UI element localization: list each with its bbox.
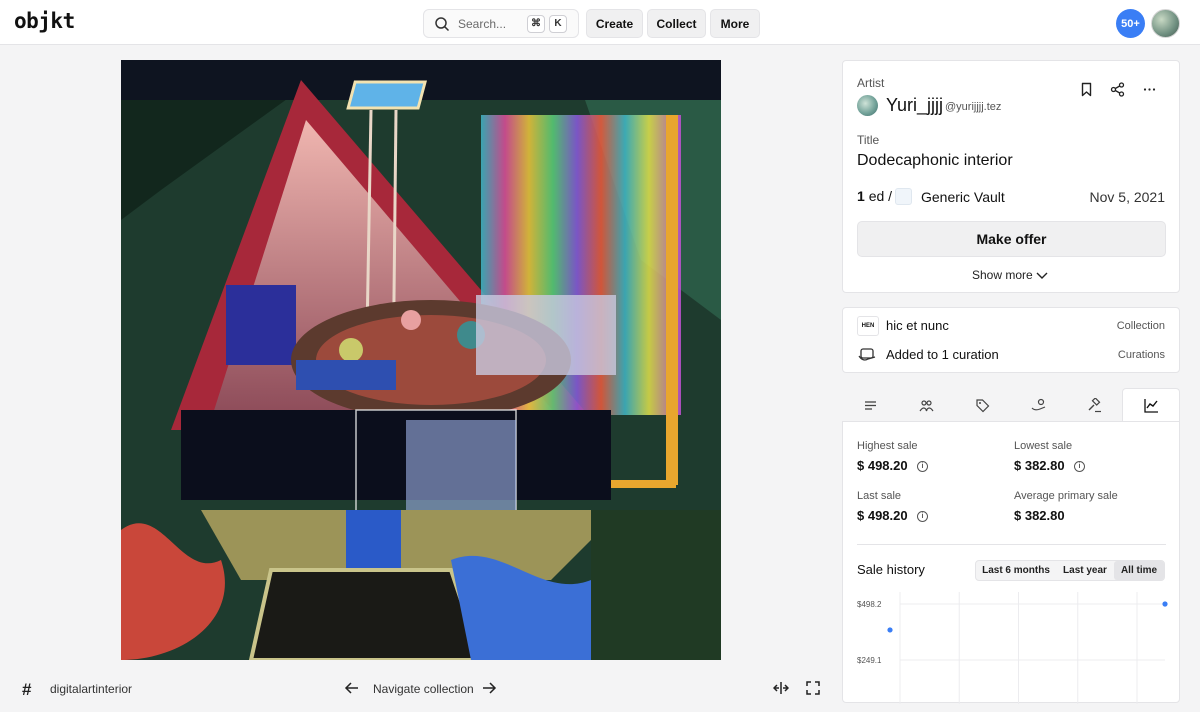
make-offer-button[interactable]: Make offer [857, 221, 1166, 257]
top-nav: objkt Search... ⌘ K Create Collect More … [0, 0, 1200, 45]
auction-hammer-icon [1088, 397, 1101, 412]
objkt-logo[interactable]: objkt [14, 9, 75, 33]
title-label: Title [857, 133, 880, 147]
sale-history-title: Sale history [857, 562, 925, 577]
holders-icon [919, 399, 933, 411]
artwork-image[interactable] [121, 60, 721, 660]
create-button[interactable]: Create [586, 9, 643, 38]
info-icon[interactable]: i [1074, 461, 1085, 472]
hen-collection-icon: HEN [857, 316, 879, 336]
more-options-icon[interactable] [1142, 82, 1157, 97]
tab-auctions[interactable] [1066, 388, 1122, 422]
collection-type-label: Collection [1116, 320, 1165, 332]
range-last-year[interactable]: Last year [1056, 561, 1114, 580]
curation-icon [858, 348, 876, 361]
curation-text[interactable]: Added to 1 curation [886, 347, 999, 362]
arrow-right-icon[interactable] [481, 680, 497, 696]
chevron-down-icon[interactable] [1035, 268, 1049, 282]
sale-point [887, 627, 893, 633]
fullscreen-icon[interactable] [806, 681, 820, 695]
search-icon [435, 17, 450, 32]
shortcut-cmd-key: ⌘ [527, 15, 545, 33]
show-more-link[interactable]: Show more [972, 268, 1033, 282]
collection-card: HEN hic et nunc Collection Added to 1 cu… [842, 307, 1180, 373]
listings-icon [975, 398, 989, 412]
token-details-card: Artist Yuri_jjjj @yurijjjj.tez Title Dod… [842, 60, 1180, 293]
artwork-title: Dodecaphonic interior [857, 152, 1013, 169]
tab-offers[interactable] [1010, 388, 1066, 422]
y-tick-label: $249.1 [857, 656, 882, 665]
tab-holders[interactable] [898, 388, 954, 422]
divider [857, 544, 1166, 545]
search-placeholder: Search... [458, 17, 507, 31]
last-sale-label: Last sale [857, 490, 902, 502]
share-icon[interactable] [1110, 82, 1125, 97]
collect-button[interactable]: Collect [647, 9, 706, 38]
artist-label: Artist [857, 76, 885, 90]
more-button[interactable]: More [710, 9, 760, 38]
collection-name[interactable]: hic et nunc [886, 318, 949, 333]
offers-icon [1031, 398, 1045, 410]
average-primary-sale-label: Average primary sale [1014, 490, 1118, 502]
description-icon [864, 400, 876, 410]
info-icon[interactable]: i [917, 461, 928, 472]
range-all-time[interactable]: All time [1114, 561, 1164, 580]
sale-point [1162, 601, 1168, 607]
bookmark-icon[interactable] [1079, 82, 1094, 97]
artwork-illustration [121, 60, 721, 660]
tab-description[interactable] [842, 388, 898, 422]
curations-type-label: Curations [1117, 349, 1165, 361]
lowest-sale-value: $ 382.80 [1014, 458, 1065, 473]
sale-history-chart: $498.2 $249.1 [857, 592, 1168, 704]
tab-listings[interactable] [954, 388, 1010, 422]
stats-card: Highest sale $ 498.20 i Lowest sale $ 38… [842, 421, 1180, 704]
tab-stats[interactable] [1122, 388, 1180, 422]
highest-sale-value: $ 498.20 [857, 458, 908, 473]
y-tick-label: $498.2 [857, 600, 882, 609]
highest-sale-label: Highest sale [857, 440, 918, 452]
navigate-collection-label: Navigate collection [373, 682, 474, 696]
user-avatar[interactable] [1151, 9, 1180, 38]
editions-unit: ed / [868, 188, 893, 204]
info-icon[interactable]: i [917, 511, 928, 522]
search-box[interactable]: Search... ⌘ K [423, 9, 579, 38]
mint-date: Nov 5, 2021 [1089, 189, 1166, 205]
vault-name[interactable]: Generic Vault [921, 189, 1005, 205]
editions-number: 1 [857, 188, 865, 204]
editions-count: 1 ed / [857, 188, 892, 204]
average-primary-sale-value: $ 382.80 [1014, 508, 1065, 523]
range-last-6-months[interactable]: Last 6 months [976, 561, 1056, 580]
detail-tabs [842, 388, 1180, 422]
last-sale-value: $ 498.20 [857, 508, 908, 523]
vault-icon [895, 188, 912, 205]
artwork-toolbar: # digitalartinterior Navigate collection [0, 672, 830, 706]
artist-name[interactable]: Yuri_jjjj [886, 95, 943, 116]
shortcut-k-key: K [549, 15, 567, 33]
arrow-left-icon[interactable] [344, 680, 360, 696]
expand-width-icon[interactable] [773, 680, 789, 696]
lowest-sale-label: Lowest sale [1014, 440, 1073, 452]
notifications-badge[interactable]: 50+ [1116, 9, 1145, 38]
hashtag-icon: # [22, 680, 32, 699]
chart-icon [1143, 399, 1158, 413]
artist-avatar[interactable] [857, 95, 878, 116]
artist-handle[interactable]: @yurijjjj.tez [945, 101, 1001, 113]
artwork-tag[interactable]: digitalartinterior [50, 682, 132, 696]
time-range-selector: Last 6 months Last year All time [975, 560, 1165, 581]
